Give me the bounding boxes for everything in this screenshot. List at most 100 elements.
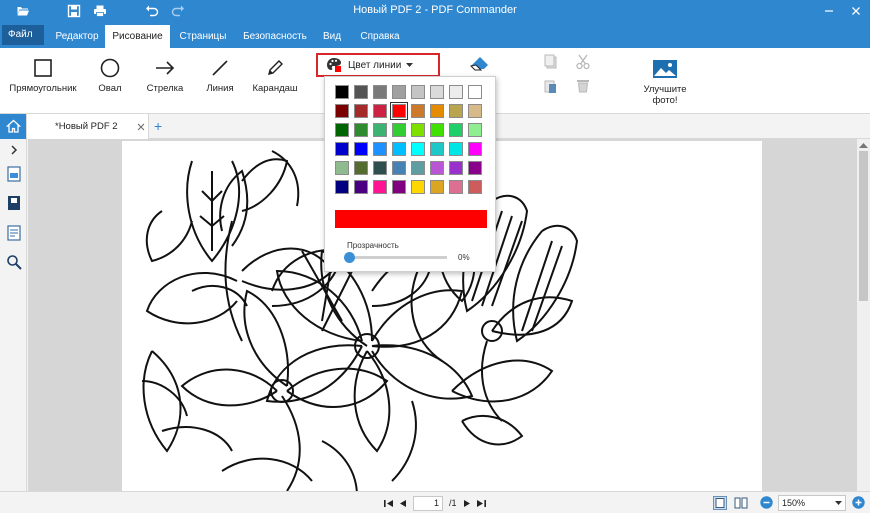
paste-icon[interactable] [540, 78, 562, 99]
color-swatch[interactable] [373, 142, 387, 156]
color-swatch[interactable] [430, 123, 444, 137]
color-swatch[interactable] [449, 85, 463, 99]
close-tab-icon[interactable] [137, 123, 145, 131]
opacity-slider-track[interactable] [345, 256, 447, 259]
window-title: Новый PDF 2 - PDF Commander [353, 4, 517, 16]
color-swatch[interactable] [449, 142, 463, 156]
close-icon[interactable] [842, 0, 870, 21]
page-total: /1 [449, 498, 457, 508]
tab-editor[interactable]: Редактор [50, 25, 104, 48]
color-swatch[interactable] [430, 142, 444, 156]
color-swatch[interactable] [335, 180, 349, 194]
eraser-tool-button[interactable] [466, 54, 494, 77]
last-page-icon[interactable] [476, 499, 486, 508]
color-swatch[interactable] [449, 104, 463, 118]
color-swatch[interactable] [449, 180, 463, 194]
color-swatch[interactable] [335, 142, 349, 156]
zoom-out-icon[interactable] [760, 496, 773, 509]
color-swatch[interactable] [392, 180, 406, 194]
expand-panel-icon[interactable] [6, 142, 22, 158]
color-swatch[interactable] [468, 180, 482, 194]
scroll-up-icon[interactable] [859, 142, 868, 148]
single-page-view-icon[interactable] [713, 496, 727, 510]
oval-tool-button[interactable]: Овал [92, 58, 128, 94]
color-swatch[interactable] [354, 85, 368, 99]
line-tool-label: Линия [206, 83, 234, 94]
tab-drawing[interactable]: Рисование [105, 25, 170, 48]
color-swatch[interactable] [373, 161, 387, 175]
color-swatch[interactable] [335, 85, 349, 99]
scroll-thumb[interactable] [859, 151, 868, 301]
color-swatch[interactable] [430, 161, 444, 175]
color-swatch[interactable] [373, 104, 387, 118]
color-swatch[interactable] [468, 142, 482, 156]
color-swatch[interactable] [354, 104, 368, 118]
vertical-scrollbar[interactable] [857, 139, 870, 491]
minimize-icon[interactable] [815, 0, 843, 21]
color-swatch[interactable] [411, 180, 425, 194]
bookmarks-icon[interactable] [6, 195, 22, 211]
color-swatch[interactable] [373, 180, 387, 194]
tab-pages[interactable]: Страницы [174, 25, 232, 48]
line-color-dropdown[interactable]: Цвет линии [316, 53, 440, 77]
color-swatch[interactable] [430, 104, 444, 118]
color-swatch[interactable] [335, 104, 349, 118]
rectangle-tool-button[interactable]: Прямоугольник [8, 58, 78, 94]
color-swatch[interactable] [390, 102, 408, 120]
color-swatch[interactable] [392, 123, 406, 137]
oval-icon [100, 58, 120, 78]
color-swatch[interactable] [430, 180, 444, 194]
zoom-select[interactable]: 150% [778, 495, 846, 511]
color-swatch[interactable] [449, 161, 463, 175]
annotations-icon[interactable] [6, 225, 22, 241]
color-swatch[interactable] [373, 85, 387, 99]
cut-icon[interactable] [572, 54, 594, 75]
opacity-slider-handle[interactable] [344, 252, 355, 263]
tab-security[interactable]: Безопасность [240, 25, 310, 48]
color-swatch[interactable] [354, 142, 368, 156]
color-swatch[interactable] [392, 85, 406, 99]
color-swatch[interactable] [468, 104, 482, 118]
color-swatch[interactable] [411, 85, 425, 99]
page-number-input[interactable]: 1 [413, 495, 443, 511]
color-swatch[interactable] [411, 123, 425, 137]
add-tab-button[interactable]: + [154, 118, 162, 134]
current-color-preview[interactable] [335, 210, 487, 228]
line-tool-button[interactable]: Линия [203, 58, 237, 94]
color-swatch[interactable] [411, 161, 425, 175]
pencil-tool-button[interactable]: Карандаш [252, 58, 298, 94]
search-icon[interactable] [6, 254, 22, 270]
home-button[interactable] [0, 114, 26, 139]
color-swatch[interactable] [354, 161, 368, 175]
tab-view[interactable]: Вид [318, 25, 346, 48]
file-menu-button[interactable]: Файл [2, 25, 44, 56]
color-swatch[interactable] [411, 142, 425, 156]
color-swatch[interactable] [335, 161, 349, 175]
delete-icon[interactable] [572, 78, 594, 99]
zoom-in-icon[interactable] [852, 496, 865, 509]
copy-icon[interactable] [540, 54, 562, 75]
color-swatch[interactable] [373, 123, 387, 137]
tab-help[interactable]: Справка [355, 25, 405, 48]
color-swatch[interactable] [354, 123, 368, 137]
color-swatch[interactable] [392, 161, 406, 175]
next-page-icon[interactable] [463, 499, 471, 508]
color-swatch[interactable] [468, 85, 482, 99]
first-page-icon[interactable] [384, 499, 393, 508]
thumbnails-icon[interactable] [6, 166, 22, 182]
color-swatch[interactable] [392, 142, 406, 156]
color-swatch[interactable] [468, 123, 482, 137]
color-swatch[interactable] [411, 104, 425, 118]
color-swatch[interactable] [354, 180, 368, 194]
color-swatch[interactable] [449, 123, 463, 137]
color-swatch[interactable] [430, 85, 444, 99]
color-swatch[interactable] [335, 123, 349, 137]
color-swatch-grid [335, 85, 482, 194]
home-icon [5, 119, 21, 133]
document-tab[interactable]: *Новый PDF 2 [27, 114, 149, 139]
color-swatch[interactable] [468, 161, 482, 175]
arrow-tool-button[interactable]: Стрелка [143, 58, 187, 94]
two-page-view-icon[interactable] [734, 496, 748, 510]
prev-page-icon[interactable] [399, 499, 407, 508]
enhance-photo-button[interactable]: Улучшите фото! [630, 59, 700, 106]
